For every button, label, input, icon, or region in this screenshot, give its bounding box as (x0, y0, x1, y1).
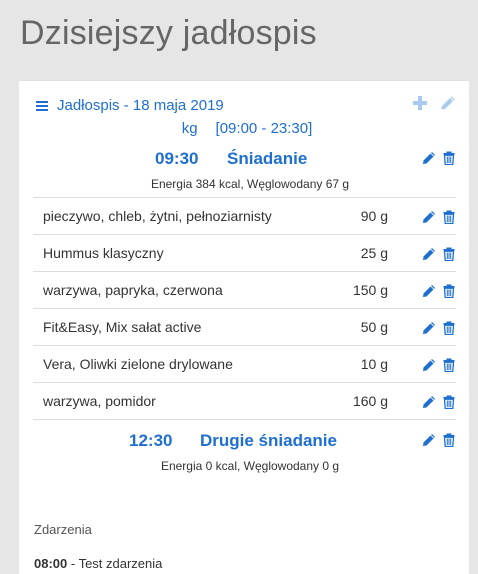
table-row: Fit&Easy, Mix sałat active 50 g (33, 309, 456, 346)
table-row: warzywa, pomidor 160 g (33, 383, 456, 420)
meal-time: 09:30 (155, 149, 199, 168)
menu-unit: kg (181, 120, 198, 137)
meal-name: Śniadanie (227, 149, 308, 168)
item-name: pieczywo, chleb, żytni, pełnoziarnisty (43, 208, 272, 224)
menu-card: Jadłospis - 18 maja 2019 kg [09:00 - 23:3… (19, 80, 469, 574)
item-qty: 160 g (352, 393, 388, 409)
item-name: Vera, Oliwki zielone drylowane (43, 356, 233, 372)
table-row: Hummus klasyczny 25 g (33, 235, 456, 272)
pencil-icon[interactable] (440, 95, 456, 111)
menu-title-link[interactable]: Jadłospis - 18 maja 2019 (57, 97, 224, 114)
menu-subtitle: kg [09:00 - 23:30] (19, 120, 469, 137)
pencil-icon[interactable] (422, 210, 436, 224)
plus-icon[interactable] (412, 95, 428, 111)
meal-items-table: pieczywo, chleb, żytni, pełnoziarnisty 9… (33, 197, 456, 420)
table-row: Vera, Oliwki zielone drylowane 10 g (33, 346, 456, 383)
item-qty: 25 g (360, 245, 388, 261)
item-name: Hummus klasyczny (43, 245, 164, 261)
meal-time: 12:30 (129, 431, 173, 450)
events-label: Zdarzenia (34, 522, 92, 537)
trash-icon[interactable] (442, 284, 456, 298)
meal-breakfast: 09:30 Śniadanie Energia 384 kcal, Węglow… (19, 149, 469, 191)
menu-time-range: [09:00 - 23:30] (215, 120, 313, 137)
trash-icon[interactable] (442, 321, 456, 335)
trash-icon[interactable] (442, 395, 456, 409)
trash-icon[interactable] (442, 210, 456, 224)
meal-name: Drugie śniadanie (200, 431, 337, 450)
pencil-icon[interactable] (422, 433, 436, 447)
event-item[interactable]: 08:00 - Test zdarzenia (34, 556, 162, 571)
trash-icon[interactable] (442, 151, 456, 165)
meal-second-breakfast: 12:30 Drugie śniadanie Energia 0 kcal, W… (19, 431, 469, 473)
hamburger-icon[interactable] (36, 101, 48, 111)
page-title: Dzisiejszy jadłospis (20, 14, 317, 52)
meal-summary: Energia 0 kcal, Węglowodany 0 g (160, 459, 340, 473)
event-time: 08:00 (34, 556, 68, 571)
item-name: warzywa, papryka, czerwona (43, 282, 223, 298)
table-row: warzywa, papryka, czerwona 150 g (33, 272, 456, 309)
pencil-icon[interactable] (422, 284, 436, 298)
trash-icon[interactable] (442, 433, 456, 447)
item-qty: 90 g (360, 208, 388, 224)
pencil-icon[interactable] (422, 358, 436, 372)
event-text: - Test zdarzenia (67, 556, 163, 571)
trash-icon[interactable] (442, 358, 456, 372)
meal-summary: Energia 384 kcal, Węglowodany 67 g (150, 177, 350, 191)
item-name: warzywa, pomidor (43, 393, 156, 409)
item-qty: 50 g (360, 319, 388, 335)
item-name: Fit&Easy, Mix sałat active (43, 319, 202, 335)
table-row: pieczywo, chleb, żytni, pełnoziarnisty 9… (33, 198, 456, 235)
pencil-icon[interactable] (422, 247, 436, 261)
item-qty: 10 g (360, 356, 388, 372)
pencil-icon[interactable] (422, 395, 436, 409)
pencil-icon[interactable] (422, 151, 436, 165)
item-qty: 150 g (352, 282, 388, 298)
pencil-icon[interactable] (422, 321, 436, 335)
trash-icon[interactable] (442, 247, 456, 261)
